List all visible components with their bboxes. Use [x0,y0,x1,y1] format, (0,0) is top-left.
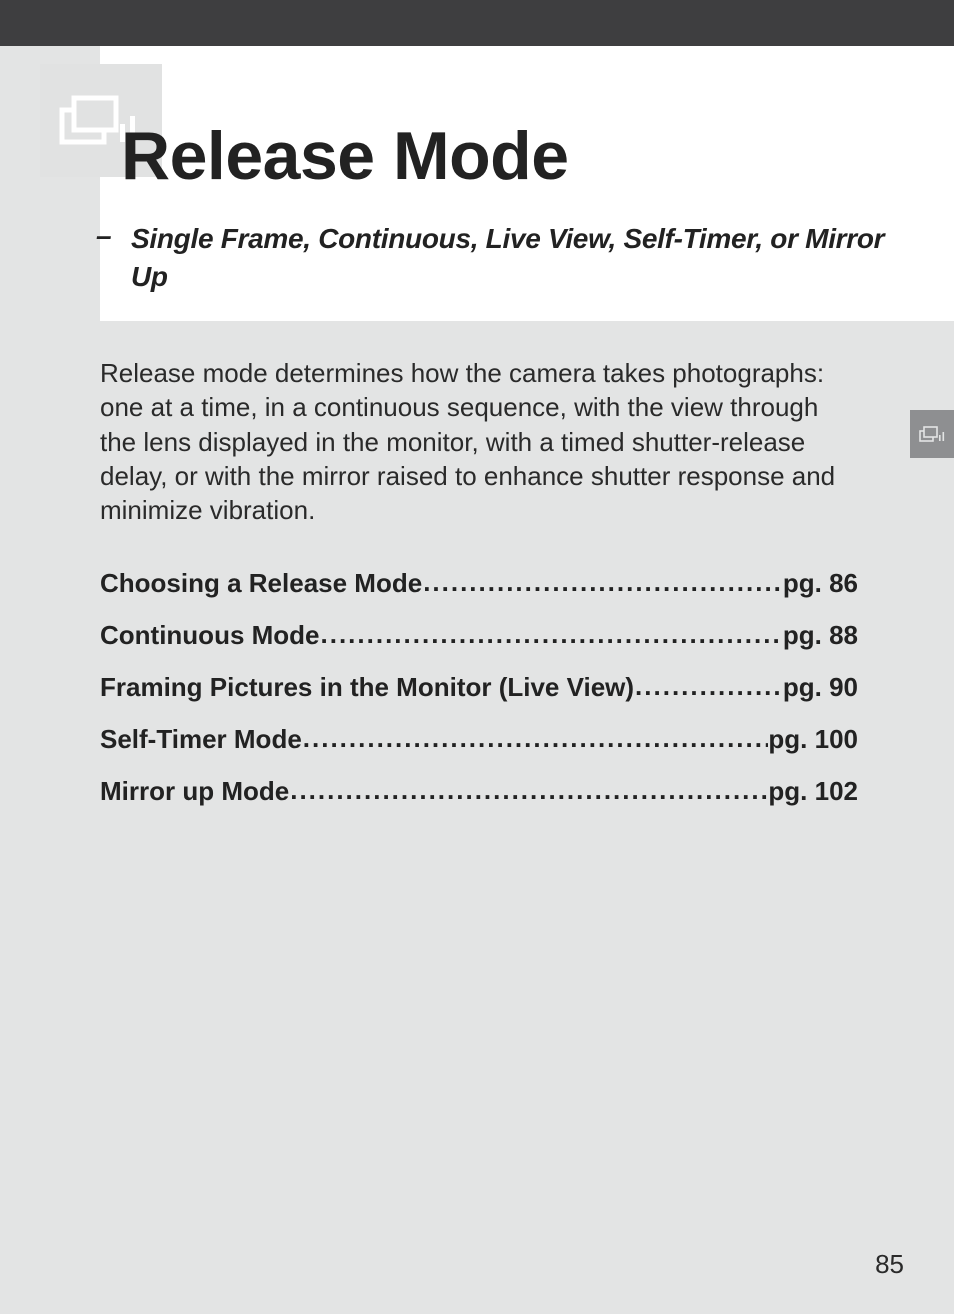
toc-entry: Choosing a Release Mode pg. 86 [100,570,858,596]
toc-leader-dots [634,673,783,699]
toc-label: Framing Pictures in the Monitor (Live Vi… [100,674,634,700]
toc-page: pg. 102 [768,778,858,804]
chapter-subtitle-row: – Single Frame, Continuous, Live View, S… [96,220,894,296]
toc-label: Mirror up Mode [100,778,289,804]
subtitle-dash: – [96,220,112,252]
toc-entry: Self-Timer Mode pg. 100 [100,726,858,752]
toc-leader-dots [289,777,768,803]
page-number: 85 [875,1249,904,1280]
chapter-title: Release Mode [121,117,569,195]
side-thumb-tab [910,410,954,458]
chapter-subtitle: Single Frame, Continuous, Live View, Sel… [131,220,894,296]
toc-leader-dots [302,725,769,751]
toc-entry: Framing Pictures in the Monitor (Live Vi… [100,674,858,700]
header-bar [0,0,954,46]
toc-page: pg. 88 [783,622,858,648]
table-of-contents: Choosing a Release Mode pg. 86 Continuou… [100,570,858,830]
toc-leader-dots [422,569,783,595]
toc-page: pg. 100 [768,726,858,752]
toc-entry: Continuous Mode pg. 88 [100,622,858,648]
chapter-intro-paragraph: Release mode determines how the camera t… [100,356,858,528]
toc-label: Choosing a Release Mode [100,570,422,596]
toc-label: Self-Timer Mode [100,726,302,752]
toc-leader-dots [320,621,783,647]
toc-label: Continuous Mode [100,622,320,648]
toc-page: pg. 90 [783,674,858,700]
continuous-frames-icon [918,423,946,445]
toc-entry: Mirror up Mode pg. 102 [100,778,858,804]
toc-page: pg. 86 [783,570,858,596]
